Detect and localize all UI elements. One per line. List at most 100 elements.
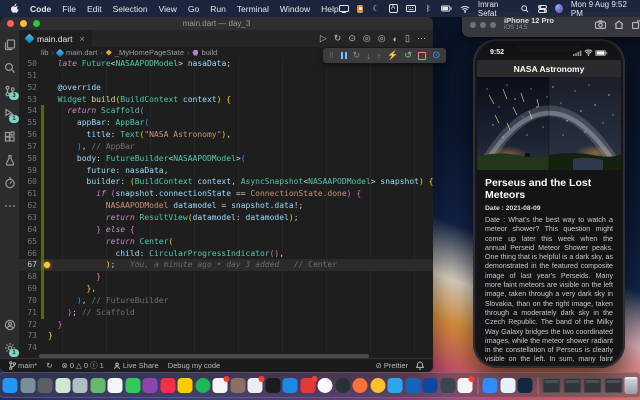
run-debug-icon[interactable]: 1 xyxy=(0,102,19,125)
run-loop-icon[interactable]: ↻ xyxy=(334,33,342,44)
timeline-icon[interactable]: ◐ xyxy=(393,34,398,44)
menu-item-terminal[interactable]: Terminal xyxy=(237,4,269,14)
dock-item-minimized-window[interactable] xyxy=(563,377,581,393)
dock-item-dark-blue-app[interactable] xyxy=(517,377,533,393)
pause-icon[interactable] xyxy=(341,52,347,59)
prettier-item[interactable]: ⊘ Prettier xyxy=(375,361,408,370)
dock-item-facetime[interactable] xyxy=(125,377,140,393)
stop-icon[interactable] xyxy=(417,51,426,60)
line-number[interactable]: 61 xyxy=(19,188,41,200)
line-number[interactable]: 58 xyxy=(19,153,41,165)
line-number[interactable]: 69 xyxy=(19,283,41,295)
menu-item-edit[interactable]: Edit xyxy=(87,4,102,14)
dock-item-finder[interactable] xyxy=(2,377,18,393)
menu-item-view[interactable]: View xyxy=(159,4,177,14)
code-line[interactable]: 57 ), // AppBar xyxy=(19,140,433,153)
profile-icon-1[interactable]: ⊙ xyxy=(348,33,356,44)
battery-icon[interactable] xyxy=(440,4,452,13)
step-into-icon[interactable]: ↓ xyxy=(366,51,371,61)
dock-item-launchpad[interactable] xyxy=(20,377,35,393)
search-icon[interactable] xyxy=(0,56,19,79)
tab-close-icon[interactable]: × xyxy=(79,34,84,44)
apple-menu-icon[interactable] xyxy=(10,2,19,15)
vscode-titlebar[interactable]: main.dart — day_3 xyxy=(0,17,433,30)
screen-mirroring-icon[interactable] xyxy=(338,4,349,13)
dock-item-obs[interactable] xyxy=(335,377,350,393)
dock-item-zoom[interactable] xyxy=(482,377,498,393)
rotate-icon[interactable] xyxy=(632,20,640,29)
wifi-icon[interactable] xyxy=(460,4,470,13)
account-icon[interactable] xyxy=(0,313,19,336)
line-number[interactable]: 65 xyxy=(19,236,41,248)
dock-item-minimized-window[interactable] xyxy=(583,377,602,393)
code-line[interactable]: 61 if (snapshot.connectionState == Conne… xyxy=(19,188,433,201)
dock-item-app-store[interactable] xyxy=(282,377,298,393)
sync-icon[interactable]: ↻ xyxy=(46,361,52,370)
code-line[interactable]: 74 xyxy=(19,342,433,354)
explorer-icon[interactable] xyxy=(0,33,19,56)
dock-item-pen-app[interactable] xyxy=(440,377,455,393)
more-tools-icon[interactable] xyxy=(0,194,19,217)
dock-item-gray-app[interactable] xyxy=(37,377,53,393)
code-line[interactable]: 71 ); // Scaffold xyxy=(19,306,433,319)
dock-item-maps[interactable] xyxy=(90,377,105,393)
line-number[interactable]: 70 xyxy=(19,295,41,307)
line-number[interactable]: 60 xyxy=(19,176,41,188)
code-line[interactable]: 69 }, xyxy=(19,283,433,295)
line-number[interactable]: 52 xyxy=(19,82,41,94)
code-line[interactable]: 52 @override xyxy=(19,82,433,94)
testing-beaker-icon[interactable] xyxy=(0,148,19,171)
dock-item-notes-yellow[interactable] xyxy=(177,377,193,393)
notifications-bell-icon[interactable] xyxy=(416,361,424,370)
hot-reload-icon[interactable]: ⚡ xyxy=(387,50,398,61)
line-number[interactable]: 71 xyxy=(19,307,41,319)
code-line[interactable]: 51 xyxy=(19,70,433,82)
debug-my-code-item[interactable]: Debug my code xyxy=(168,361,221,370)
screenshot-camera-icon[interactable] xyxy=(595,20,606,29)
dock-item-chrome[interactable] xyxy=(370,377,385,393)
dock-item-brown-app[interactable] xyxy=(230,377,245,393)
drag-handle-icon[interactable]: ⠿ xyxy=(329,52,335,60)
hot-restart-icon[interactable]: ↺ xyxy=(404,50,412,61)
dock-item-mail[interactable] xyxy=(72,377,88,393)
menu-item-code[interactable]: Code xyxy=(30,4,51,14)
settings-gear-icon[interactable]: 1 xyxy=(0,336,19,359)
siri-icon[interactable] xyxy=(555,4,563,13)
dock-item-slack[interactable] xyxy=(457,375,475,393)
line-number[interactable]: 67 xyxy=(19,259,41,271)
dock-item-spotify[interactable] xyxy=(195,377,210,393)
keyboard-icon[interactable] xyxy=(405,4,416,13)
code-line[interactable]: 72 } xyxy=(19,319,433,331)
menu-item-window[interactable]: Window xyxy=(280,4,310,14)
dock-item-notes-white[interactable] xyxy=(500,377,515,393)
git-branch-item[interactable]: main* xyxy=(9,361,37,370)
dock-item-reminders[interactable] xyxy=(247,375,265,393)
source-control-icon[interactable]: 3 xyxy=(0,79,19,102)
problems-item[interactable]: ⊗ 0 △ 0 ⓘ 1 xyxy=(61,360,103,371)
code-line[interactable]: 54 return Scaffold( xyxy=(19,105,433,118)
menubar-username[interactable]: Imran Sefat xyxy=(478,0,513,18)
split-editor-icon[interactable]: ▯ xyxy=(405,33,410,44)
article-body[interactable]: Date : What's the best way to watch a me… xyxy=(485,216,613,364)
dock-item-minimized-window[interactable] xyxy=(542,377,561,393)
step-out-icon[interactable]: ↑ xyxy=(377,51,382,61)
timer-icon[interactable] xyxy=(0,171,19,194)
line-number[interactable]: 63 xyxy=(19,212,41,224)
line-number[interactable]: 51 xyxy=(19,70,41,82)
dock-item-minimized-window[interactable] xyxy=(604,377,622,393)
code-line[interactable]: 55 appBar: AppBar( xyxy=(19,117,433,130)
extensions-icon[interactable] xyxy=(0,125,19,148)
code-line[interactable]: 65 return Center( xyxy=(19,235,433,248)
spotlight-search-icon[interactable] xyxy=(521,4,530,13)
tab-main-dart[interactable]: main.dart × xyxy=(19,30,92,47)
line-number[interactable]: 74 xyxy=(19,342,41,354)
code-line[interactable]: 68 } xyxy=(19,271,433,284)
dock-item-books[interactable] xyxy=(212,375,230,393)
code-line[interactable]: 73} xyxy=(19,330,433,342)
line-number[interactable]: 54 xyxy=(19,105,41,117)
breadcrumb-build-method[interactable]: build xyxy=(201,48,217,57)
do-not-disturb-icon[interactable]: ☾ xyxy=(371,4,380,13)
control-center-icon[interactable] xyxy=(538,4,548,13)
dock-item-music[interactable] xyxy=(160,377,175,393)
dock-item-podcasts[interactable] xyxy=(142,377,158,393)
